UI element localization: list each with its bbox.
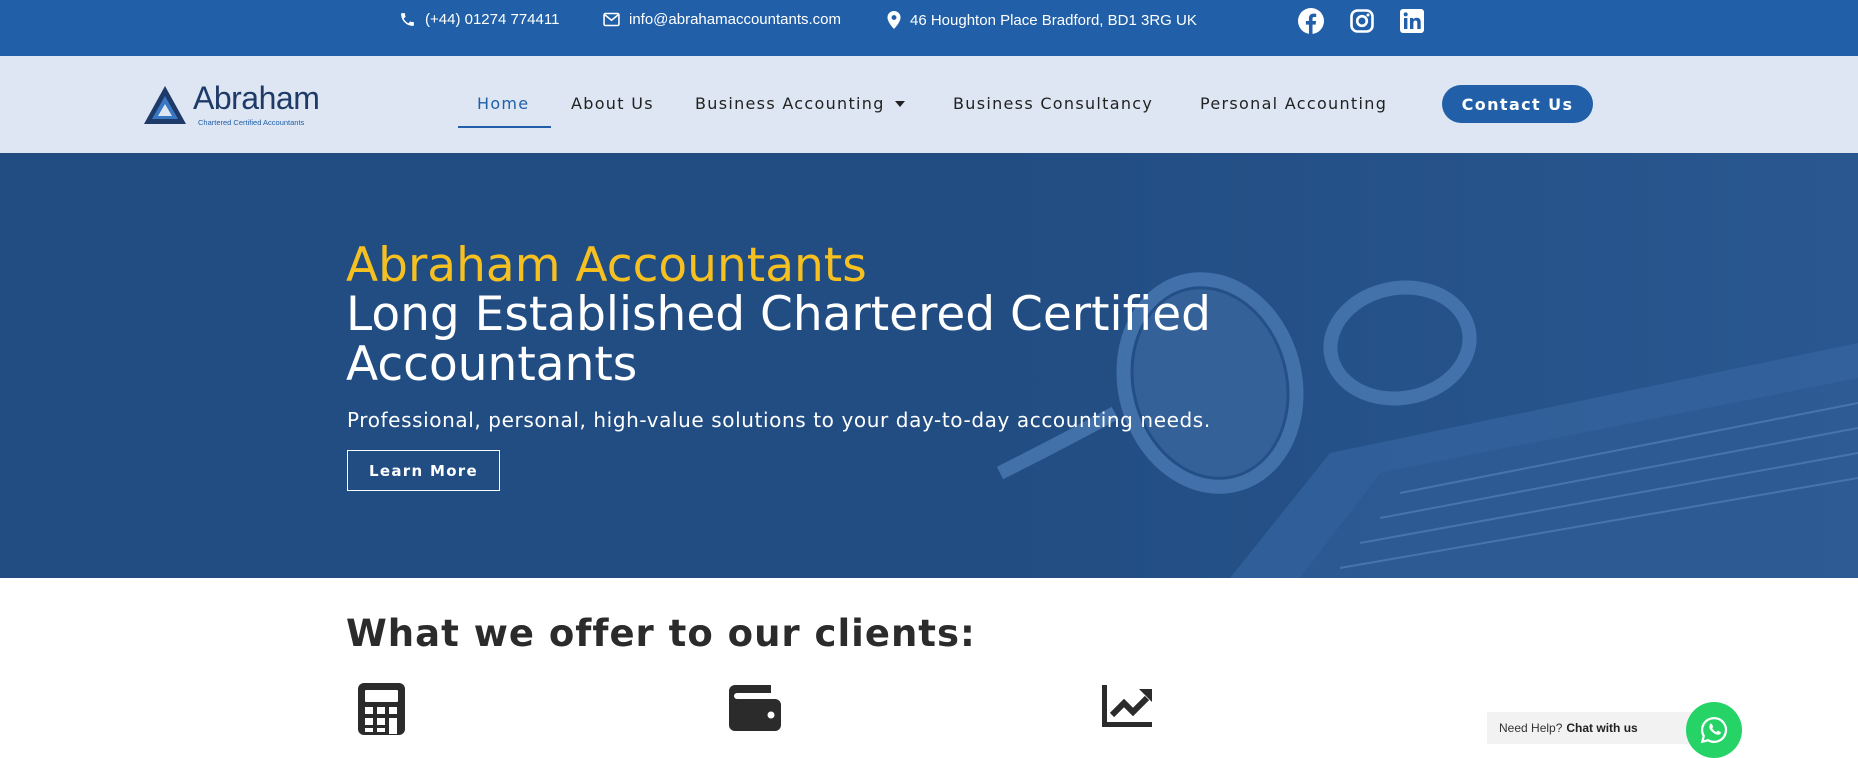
chat-prompt-text: Need Help?	[1499, 721, 1563, 735]
calculator-icon	[358, 683, 405, 735]
active-nav-underline	[458, 126, 551, 128]
main-navigation: Abraham Chartered Certified Accountants …	[0, 56, 1858, 153]
whatsapp-icon	[1700, 716, 1728, 744]
linkedin-icon[interactable]	[1399, 8, 1425, 34]
nav-home[interactable]: Home	[477, 94, 529, 113]
chart-line-icon	[1102, 685, 1152, 727]
wallet-icon	[729, 685, 781, 731]
learn-more-button[interactable]: Learn More	[347, 450, 500, 491]
address-text: 46 Houghton Place Bradford, BD1 3RG UK	[910, 11, 1197, 29]
logo-triangle-icon	[144, 86, 186, 124]
instagram-icon[interactable]	[1349, 8, 1375, 34]
hero-subtitle: Professional, personal, high-value solut…	[347, 408, 1211, 432]
phone-text: (+44) 01274 774411	[425, 11, 560, 28]
hero-title: Long Established Chartered Certified Acc…	[346, 287, 1211, 392]
email-contact[interactable]: info@abrahamaccountants.com	[603, 11, 841, 28]
nav-personal-accounting[interactable]: Personal Accounting	[1200, 94, 1387, 113]
offer-heading: What we offer to our clients:	[346, 612, 976, 655]
top-contact-bar: (+44) 01274 774411 info@abrahamaccountan…	[0, 0, 1858, 56]
facebook-icon[interactable]	[1298, 8, 1324, 34]
caret-down-icon	[894, 100, 905, 107]
nav-business-accounting-label: Business Accounting	[695, 94, 885, 113]
email-text: info@abrahamaccountants.com	[629, 11, 842, 28]
contact-us-button[interactable]: Contact Us	[1442, 85, 1593, 123]
phone-icon	[401, 13, 414, 26]
hero-banner: Abraham Accountants Long Established Cha…	[0, 153, 1858, 578]
address-contact: 46 Houghton Place Bradford, BD1 3RG UK	[887, 11, 1197, 29]
logo[interactable]: Abraham Chartered Certified Accountants	[142, 80, 322, 128]
logo-name: Abraham	[193, 80, 320, 116]
nav-business-accounting[interactable]: Business Accounting	[695, 94, 905, 113]
nav-about-us[interactable]: About Us	[571, 94, 654, 113]
phone-contact[interactable]: (+44) 01274 774411	[399, 11, 559, 28]
whatsapp-chat-button[interactable]	[1686, 702, 1742, 758]
logo-tagline: Chartered Certified Accountants	[198, 118, 305, 127]
hero-kicker: Abraham Accountants	[346, 238, 867, 293]
nav-business-consultancy[interactable]: Business Consultancy	[953, 94, 1153, 113]
envelope-icon	[603, 12, 620, 27]
chat-prompt[interactable]: Need Help? Chat with us	[1487, 712, 1699, 744]
map-pin-icon	[887, 11, 901, 29]
chat-action-text: Chat with us	[1566, 721, 1638, 735]
